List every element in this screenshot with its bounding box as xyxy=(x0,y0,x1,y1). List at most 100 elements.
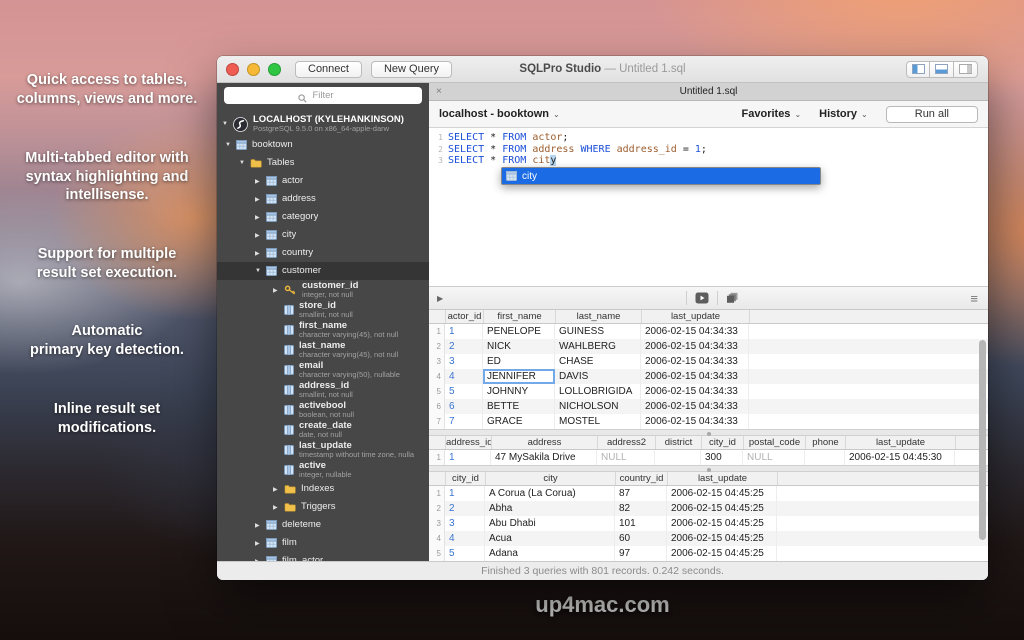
tree-item-customer[interactable]: ▼ customer xyxy=(217,262,429,280)
code-line[interactable]: SELECT * FROM city xyxy=(448,155,707,167)
disclosure-closed-icon[interactable]: ▶ xyxy=(255,196,266,203)
column-header-last_update[interactable]: last_update xyxy=(846,436,956,449)
column-header-city_id[interactable]: city_id xyxy=(446,472,486,485)
cell[interactable]: 2006-02-15 04:34:33 xyxy=(641,399,749,414)
cell[interactable]: CHASE xyxy=(555,354,641,369)
cell[interactable]: WAHLBERG xyxy=(555,339,641,354)
column-header-postal_code[interactable]: postal_code xyxy=(744,436,806,449)
pane-splitter[interactable] xyxy=(429,429,988,436)
toggle-right-panel-button[interactable] xyxy=(954,60,978,78)
cell[interactable]: 2006-02-15 04:34:33 xyxy=(641,369,749,384)
column-header-address_id[interactable]: address_id xyxy=(446,436,492,449)
column-header-last_update[interactable]: last_update xyxy=(642,310,750,323)
cell[interactable]: NULL xyxy=(597,450,655,465)
favorites-menu[interactable]: Favorites ⌄ xyxy=(742,108,802,120)
cell[interactable]: Adana xyxy=(485,546,615,561)
cell[interactable]: 5 xyxy=(445,384,483,399)
code-line[interactable]: SELECT * FROM actor; xyxy=(448,132,707,144)
tree-item-address[interactable]: ▶ address xyxy=(217,190,429,208)
cell[interactable]: Abu Dhabi xyxy=(485,516,615,531)
cell[interactable]: 2006-02-15 04:45:25 xyxy=(667,531,777,546)
disclosure-open-icon[interactable]: ▼ xyxy=(222,121,233,127)
disclosure-closed-icon[interactable]: ▶ xyxy=(255,540,266,547)
table-row[interactable]: 5 5 Adana 97 2006-02-15 04:45:25 xyxy=(429,546,988,561)
cell[interactable]: 2006-02-15 04:45:25 xyxy=(667,486,777,501)
tab-untitled[interactable]: Untitled 1.sql xyxy=(429,86,988,97)
pane-splitter[interactable] xyxy=(429,465,988,472)
cell[interactable]: 60 xyxy=(615,531,667,546)
tree-item-city[interactable]: ▶ city xyxy=(217,226,429,244)
cell[interactable]: NICK xyxy=(483,339,555,354)
tree-item-first_name[interactable]: first_name character varying(45), not nul… xyxy=(217,320,429,340)
filter-input[interactable] xyxy=(224,86,422,104)
column-header-country_id[interactable]: country_id xyxy=(616,472,668,485)
autocomplete-suggestion[interactable]: city xyxy=(522,171,537,182)
disclosure-open-icon[interactable]: ▼ xyxy=(225,142,236,148)
connection-row[interactable]: ▼ LOCALHOST (KYLEHANKINSON) PostgreSQL 9… xyxy=(217,112,429,136)
cell[interactable]: 87 xyxy=(615,486,667,501)
cell[interactable]: DAVIS xyxy=(555,369,641,384)
tree-item-Tables[interactable]: ▼ Tables xyxy=(217,154,429,172)
cell[interactable]: 2006-02-15 04:45:25 xyxy=(667,546,777,561)
cell[interactable]: 1 xyxy=(445,486,485,501)
cell[interactable]: 4 xyxy=(445,369,483,384)
column-header-city[interactable]: city xyxy=(486,472,616,485)
table-row[interactable]: 7 7 GRACE MOSTEL 2006-02-15 04:34:33 xyxy=(429,414,988,429)
table-row[interactable]: 2 2 NICK WAHLBERG 2006-02-15 04:34:33 xyxy=(429,339,988,354)
export-results-button[interactable] xyxy=(695,292,709,304)
cell[interactable]: 2006-02-15 04:34:33 xyxy=(641,339,749,354)
table-row[interactable]: 2 2 Abha 82 2006-02-15 04:45:25 xyxy=(429,501,988,516)
cell[interactable]: 5 xyxy=(445,546,485,561)
table-row[interactable]: 6 6 BETTE NICHOLSON 2006-02-15 04:34:33 xyxy=(429,399,988,414)
disclosure-open-icon[interactable]: ▼ xyxy=(239,160,250,166)
disclosure-open-icon[interactable]: ▼ xyxy=(255,268,266,274)
tree-item-address_id[interactable]: address_id smallint, not null xyxy=(217,380,429,400)
cell[interactable]: NULL xyxy=(743,450,805,465)
column-header-first_name[interactable]: first_name xyxy=(484,310,556,323)
cell[interactable]: 47 MySakila Drive xyxy=(491,450,597,465)
cell[interactable]: 2006-02-15 04:45:25 xyxy=(667,501,777,516)
cell[interactable]: 300 xyxy=(701,450,743,465)
cell[interactable]: 82 xyxy=(615,501,667,516)
cell[interactable]: 2 xyxy=(445,339,483,354)
disclosure-closed-icon[interactable]: ▶ xyxy=(255,232,266,239)
results-menu-icon[interactable]: ≡ xyxy=(970,292,978,305)
column-header-address[interactable]: address xyxy=(492,436,598,449)
tree-item-Indexes[interactable]: ▶ Indexes xyxy=(217,480,429,498)
connection-selector[interactable]: localhost - booktown ⌄ xyxy=(439,108,560,120)
tree-item-create_date[interactable]: create_date date, not null xyxy=(217,420,429,440)
tree-item-film_actor[interactable]: ▶film_actor xyxy=(217,552,429,561)
cell[interactable]: 3 xyxy=(445,354,483,369)
column-header-last_name[interactable]: last_name xyxy=(556,310,642,323)
cell[interactable]: 2006-02-15 04:45:25 xyxy=(667,516,777,531)
autocomplete-popup[interactable]: city xyxy=(501,167,821,185)
tree-item-country[interactable]: ▶ country xyxy=(217,244,429,262)
zoom-window-button[interactable] xyxy=(268,62,281,76)
cell[interactable]: 2006-02-15 04:34:33 xyxy=(641,384,749,399)
cell[interactable]: 101 xyxy=(615,516,667,531)
disclosure-closed-icon[interactable]: ▶ xyxy=(273,504,284,511)
cell[interactable]: 2006-02-15 04:45:30 xyxy=(845,450,955,465)
code-area[interactable]: SELECT * FROM actor; SELECT * FROM addres… xyxy=(443,128,707,286)
disclosure-closed-icon[interactable]: ▶ xyxy=(273,486,284,493)
cell[interactable]: ED xyxy=(483,354,555,369)
tree-item-film[interactable]: ▶ film xyxy=(217,534,429,552)
disclosure-closed-icon[interactable]: ▶ xyxy=(273,287,284,294)
cell[interactable]: A Corua (La Corua) xyxy=(485,486,615,501)
tree-item-deleteme[interactable]: ▶ deleteme xyxy=(217,516,429,534)
cell[interactable]: PENELOPE xyxy=(483,324,555,339)
disclosure-closed-icon[interactable]: ▶ xyxy=(255,178,266,185)
table-row[interactable]: 1 1 47 MySakila Drive NULL 300 NULL 2006-02-15… xyxy=(429,450,988,465)
cell[interactable]: 6 xyxy=(445,399,483,414)
disclosure-closed-icon[interactable]: ▶ xyxy=(255,522,266,529)
disclosure-closed-icon[interactable]: ▶ xyxy=(255,250,266,257)
new-query-button[interactable]: New Query xyxy=(370,60,453,78)
table-row[interactable]: 4 4 Acua 60 2006-02-15 04:45:25 xyxy=(429,531,988,546)
toggle-bottom-panel-button[interactable] xyxy=(930,60,954,78)
column-header-actor_id[interactable]: actor_id xyxy=(446,310,484,323)
tree-item-category[interactable]: ▶ category xyxy=(217,208,429,226)
column-header-phone[interactable]: phone xyxy=(806,436,846,449)
connect-button[interactable]: Connect xyxy=(295,60,362,78)
cell[interactable]: GRACE xyxy=(483,414,555,429)
toggle-sidebar-panel-button[interactable] xyxy=(906,60,930,78)
